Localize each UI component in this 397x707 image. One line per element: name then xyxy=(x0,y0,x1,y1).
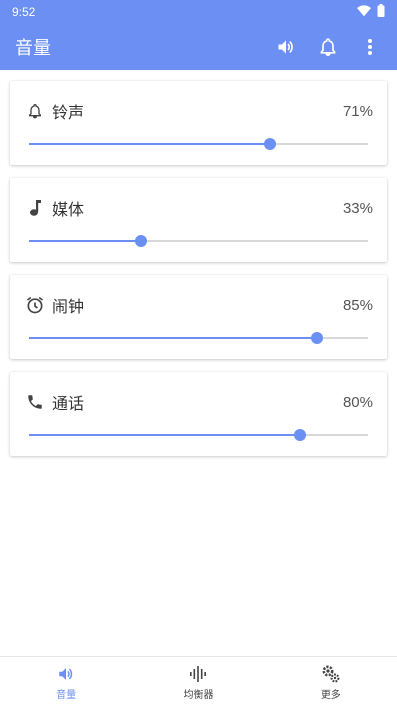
status-bar: 9:52 xyxy=(0,0,397,24)
wifi-icon xyxy=(357,4,371,20)
page-title: 音量 xyxy=(15,38,51,59)
top-bar: 9:52 音量 xyxy=(0,0,397,70)
alarm-clock-icon xyxy=(24,294,46,316)
app-bar: 音量 xyxy=(0,24,397,70)
call-slider[interactable] xyxy=(29,429,368,441)
equalizer-icon xyxy=(189,664,207,684)
music-note-icon xyxy=(24,197,46,219)
volume-list: 铃声 71% 媒体 33% 闹钟 85% 通话 80% xyxy=(10,81,387,469)
nav-item-more[interactable]: 更多 xyxy=(265,657,397,707)
nav-label: 音量 xyxy=(56,689,77,701)
volume-label: 媒体 xyxy=(52,200,85,219)
battery-icon xyxy=(377,4,385,20)
nav-label: 均衡器 xyxy=(183,689,214,701)
volume-value: 71% xyxy=(342,102,373,120)
volume-label: 铃声 xyxy=(52,103,85,122)
media-slider[interactable] xyxy=(29,235,368,247)
volume-card-alarm: 闹钟 85% xyxy=(10,275,387,359)
slider-fill xyxy=(29,337,318,339)
status-time: 9:52 xyxy=(12,5,36,19)
gears-icon xyxy=(321,664,341,684)
slider-thumb[interactable] xyxy=(294,429,307,441)
slider-fill xyxy=(29,434,301,436)
nav-item-volume[interactable]: 音量 xyxy=(0,657,132,707)
slider-thumb[interactable] xyxy=(134,235,147,247)
volume-value: 85% xyxy=(342,296,373,314)
volume-value: 33% xyxy=(342,199,373,217)
volume-icon xyxy=(57,664,75,684)
slider-thumb[interactable] xyxy=(311,332,324,344)
nav-item-equalizer[interactable]: 均衡器 xyxy=(132,657,264,707)
nav-label: 更多 xyxy=(320,689,341,701)
alarm-slider[interactable] xyxy=(29,332,368,344)
volume-value: 80% xyxy=(342,393,373,411)
slider-thumb[interactable] xyxy=(263,138,276,150)
volume-label: 闹钟 xyxy=(52,297,85,316)
volume-card-media: 媒体 33% xyxy=(10,178,387,262)
slider-fill xyxy=(29,143,270,145)
volume-card-ringtone: 铃声 71% xyxy=(10,81,387,165)
volume-up-icon[interactable] xyxy=(271,32,301,62)
more-vert-icon[interactable] xyxy=(355,32,385,62)
bottom-nav: 音量 均衡器 更多 xyxy=(0,656,397,707)
ringtone-slider[interactable] xyxy=(29,138,368,150)
slider-fill xyxy=(29,240,141,242)
bell-icon[interactable] xyxy=(313,32,343,62)
phone-icon xyxy=(24,391,46,413)
volume-card-call: 通话 80% xyxy=(10,372,387,456)
bell-outline-icon xyxy=(24,100,46,122)
volume-label: 通话 xyxy=(52,394,85,413)
